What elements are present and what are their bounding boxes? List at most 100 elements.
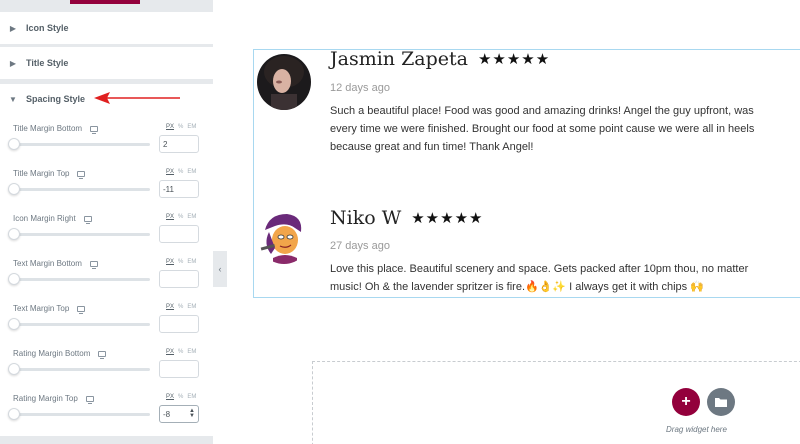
unit-em[interactable]: EM (187, 214, 196, 220)
unit-switcher: PX% EM (166, 259, 196, 265)
control-text-margin-top: Text Margin Top PX% EM (0, 304, 213, 349)
control-label: Title Margin Top (13, 169, 70, 178)
unit-px[interactable]: PX (166, 169, 174, 175)
unit-percent[interactable]: % (178, 394, 183, 400)
desktop-icon[interactable] (77, 170, 86, 179)
avatar (257, 208, 311, 264)
desktop-icon[interactable] (98, 350, 107, 359)
reviewer-name: Niko W ★★★★★ (330, 207, 484, 229)
desktop-icon[interactable] (85, 395, 94, 404)
control-label: Title Margin Bottom (13, 124, 83, 133)
slider-handle[interactable] (8, 228, 20, 240)
control-title-margin-top: Title Margin Top PX% EM -11 (0, 169, 213, 214)
control-title-margin-bottom: Title Margin Bottom PX% EM 2 (0, 124, 213, 169)
unit-percent[interactable]: % (178, 349, 183, 355)
add-section-button[interactable]: + (672, 388, 700, 416)
section-title: Icon Style (26, 23, 69, 33)
control-icon-margin-right: Icon Margin Right PX% EM (0, 214, 213, 259)
review-date: 27 days ago (330, 240, 390, 252)
folder-icon (715, 398, 727, 407)
desktop-icon[interactable] (77, 305, 86, 314)
section-title: Title Style (26, 58, 69, 68)
review-item: Jasmin Zapeta ★★★★★ 12 days ago Such a b… (254, 48, 800, 190)
rating-stars: ★★★★★ (477, 50, 551, 68)
unit-px[interactable]: PX (166, 394, 174, 400)
editor-panel: ▶ Icon Style ▶ Title Style ▼ Spacing Sty… (0, 0, 213, 444)
control-label: Text Margin Top (13, 304, 70, 313)
number-input[interactable] (159, 360, 199, 378)
slider-track[interactable] (14, 368, 150, 371)
unit-px[interactable]: PX (166, 349, 174, 355)
unit-switcher: PX% EM (166, 304, 196, 310)
unit-px[interactable]: PX (166, 214, 174, 220)
unit-switcher: PX% EM (166, 169, 196, 175)
section-title: Spacing Style (26, 94, 86, 104)
annotation-arrow-icon (94, 92, 180, 104)
desktop-icon[interactable] (83, 215, 92, 224)
rating-stars: ★★★★★ (411, 209, 484, 227)
unit-em[interactable]: EM (187, 304, 196, 310)
slider-track[interactable] (14, 188, 150, 191)
unit-em[interactable]: EM (187, 124, 196, 130)
unit-px[interactable]: PX (166, 124, 174, 130)
slider-handle[interactable] (8, 363, 20, 375)
template-library-button[interactable] (707, 388, 735, 416)
unit-switcher: PX% EM (166, 394, 196, 400)
active-tab-indicator (70, 0, 140, 4)
number-input[interactable]: -8 ▲ ▼ (159, 405, 199, 423)
control-text-margin-bottom: Text Margin Bottom PX% EM (0, 259, 213, 304)
panel-collapse-button[interactable]: ‹ (213, 251, 227, 287)
caret-right-icon: ▶ (9, 58, 17, 68)
unit-switcher: PX% EM (166, 349, 196, 355)
review-item: Niko W ★★★★★ 27 days ago Love this place… (254, 200, 800, 300)
avatar (257, 54, 311, 110)
slider-track[interactable] (14, 278, 150, 281)
slider-handle[interactable] (8, 183, 20, 195)
control-label: Rating Margin Top (13, 394, 78, 403)
control-rating-margin-top: Rating Margin Top PX% EM -8 ▲ ▼ (0, 394, 213, 439)
unit-percent[interactable]: % (178, 304, 183, 310)
control-label: Rating Margin Bottom (13, 349, 91, 358)
unit-em[interactable]: EM (187, 169, 196, 175)
control-label: Icon Margin Right (13, 214, 76, 223)
number-input[interactable]: 2 (159, 135, 199, 153)
unit-switcher: PX% EM (166, 214, 196, 220)
slider-track[interactable] (14, 323, 150, 326)
desktop-icon[interactable] (90, 125, 99, 134)
number-input[interactable] (159, 270, 199, 288)
review-date: 12 days ago (330, 82, 390, 94)
unit-px[interactable]: PX (166, 304, 174, 310)
control-rating-margin-bottom: Rating Margin Bottom PX% EM (0, 349, 213, 394)
slider-track[interactable] (14, 233, 150, 236)
unit-px[interactable]: PX (166, 259, 174, 265)
unit-percent[interactable]: % (178, 259, 183, 265)
unit-percent[interactable]: % (178, 169, 183, 175)
reviews-widget[interactable]: Jasmin Zapeta ★★★★★ 12 days ago Such a b… (253, 48, 800, 300)
slider-handle[interactable] (8, 138, 20, 150)
unit-percent[interactable]: % (178, 214, 183, 220)
number-input[interactable] (159, 225, 199, 243)
number-input[interactable]: -11 (159, 180, 199, 198)
slider-track[interactable] (14, 143, 150, 146)
number-input[interactable] (159, 315, 199, 333)
control-label: Text Margin Bottom (13, 259, 82, 268)
spinner-arrows-icon[interactable]: ▲ ▼ (189, 408, 195, 419)
unit-switcher: PX% EM (166, 124, 196, 130)
review-text: Such a beautiful place! Food was good an… (330, 105, 755, 153)
slider-track[interactable] (14, 413, 150, 416)
slider-handle[interactable] (8, 318, 20, 330)
slider-handle[interactable] (8, 408, 20, 420)
section-title-style[interactable]: ▶ Title Style (0, 47, 213, 79)
unit-em[interactable]: EM (187, 349, 196, 355)
reviewer-name: Jasmin Zapeta ★★★★★ (330, 48, 551, 70)
unit-em[interactable]: EM (187, 259, 196, 265)
desktop-icon[interactable] (89, 260, 98, 269)
review-text: Love this place. Beautiful scenery and s… (330, 263, 749, 293)
section-icon-style[interactable]: ▶ Icon Style (0, 12, 213, 44)
caret-right-icon: ▶ (9, 23, 17, 33)
unit-percent[interactable]: % (178, 124, 183, 130)
caret-down-icon: ▼ (9, 94, 17, 104)
unit-em[interactable]: EM (187, 394, 196, 400)
drag-widget-hint: Drag widget here (666, 425, 727, 434)
slider-handle[interactable] (8, 273, 20, 285)
